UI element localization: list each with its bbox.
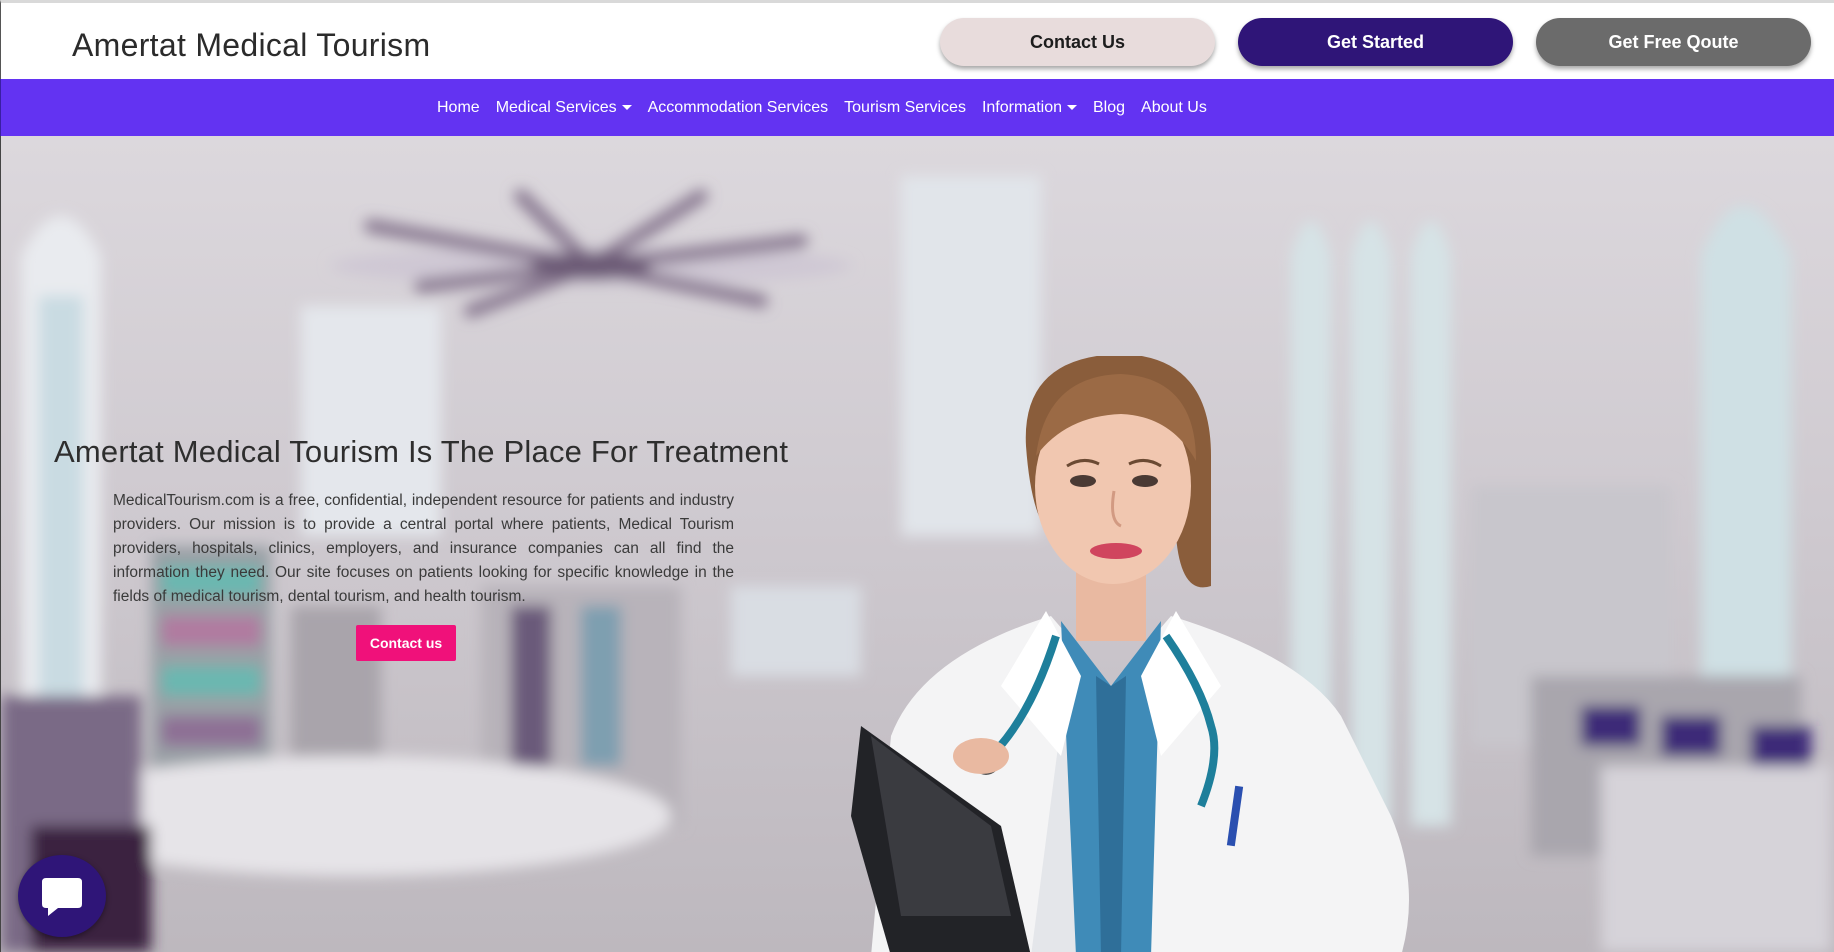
hero-description: MedicalTourism.com is a free, confidenti… xyxy=(113,492,734,605)
hero-title: Amertat Medical Tourism Is The Place For… xyxy=(54,434,789,469)
chat-widget-button[interactable] xyxy=(18,855,106,937)
nav-item-accommodation-services[interactable]: Accommodation Services xyxy=(648,99,829,117)
nav-item-information[interactable]: Information xyxy=(982,99,1077,117)
hero-section: Amertat Medical Tourism Is The Place For… xyxy=(0,136,1834,952)
get-started-button[interactable]: Get Started xyxy=(1238,18,1513,66)
nav-item-home[interactable]: Home xyxy=(437,99,480,117)
caret-down-icon xyxy=(621,105,632,110)
nav-item-label: About Us xyxy=(1141,98,1207,116)
nav-item-label: Blog xyxy=(1093,98,1126,116)
main-navigation: Home Medical Services Accommodation Serv… xyxy=(0,79,1834,136)
nav-item-blog[interactable]: Blog xyxy=(1093,99,1125,117)
doctor-image xyxy=(851,356,1409,952)
site-brand[interactable]: Amertat Medical Tourism xyxy=(72,27,430,64)
get-free-quote-button[interactable]: Get Free Qoute xyxy=(1536,18,1811,66)
nav-item-label: Tourism Services xyxy=(844,98,966,116)
nav-item-label: Accommodation Services xyxy=(647,98,829,116)
hero-contact-us-button[interactable]: Contact us xyxy=(356,625,456,661)
nav-item-tourism-services[interactable]: Tourism Services xyxy=(844,99,966,117)
nav-item-about-us[interactable]: About Us xyxy=(1141,99,1207,117)
chat-bubble-icon xyxy=(42,878,82,916)
site-header: Amertat Medical Tourism Contact Us Get S… xyxy=(0,0,1834,79)
nav-menu: Home Medical Services Accommodation Serv… xyxy=(437,79,1223,136)
contact-us-button[interactable]: Contact Us xyxy=(940,18,1215,66)
nav-item-label: Medical Services xyxy=(495,98,617,116)
nav-item-medical-services[interactable]: Medical Services xyxy=(496,99,632,117)
caret-down-icon xyxy=(1067,105,1077,110)
nav-item-label: Home xyxy=(437,98,480,116)
nav-item-label: Information xyxy=(981,98,1062,116)
